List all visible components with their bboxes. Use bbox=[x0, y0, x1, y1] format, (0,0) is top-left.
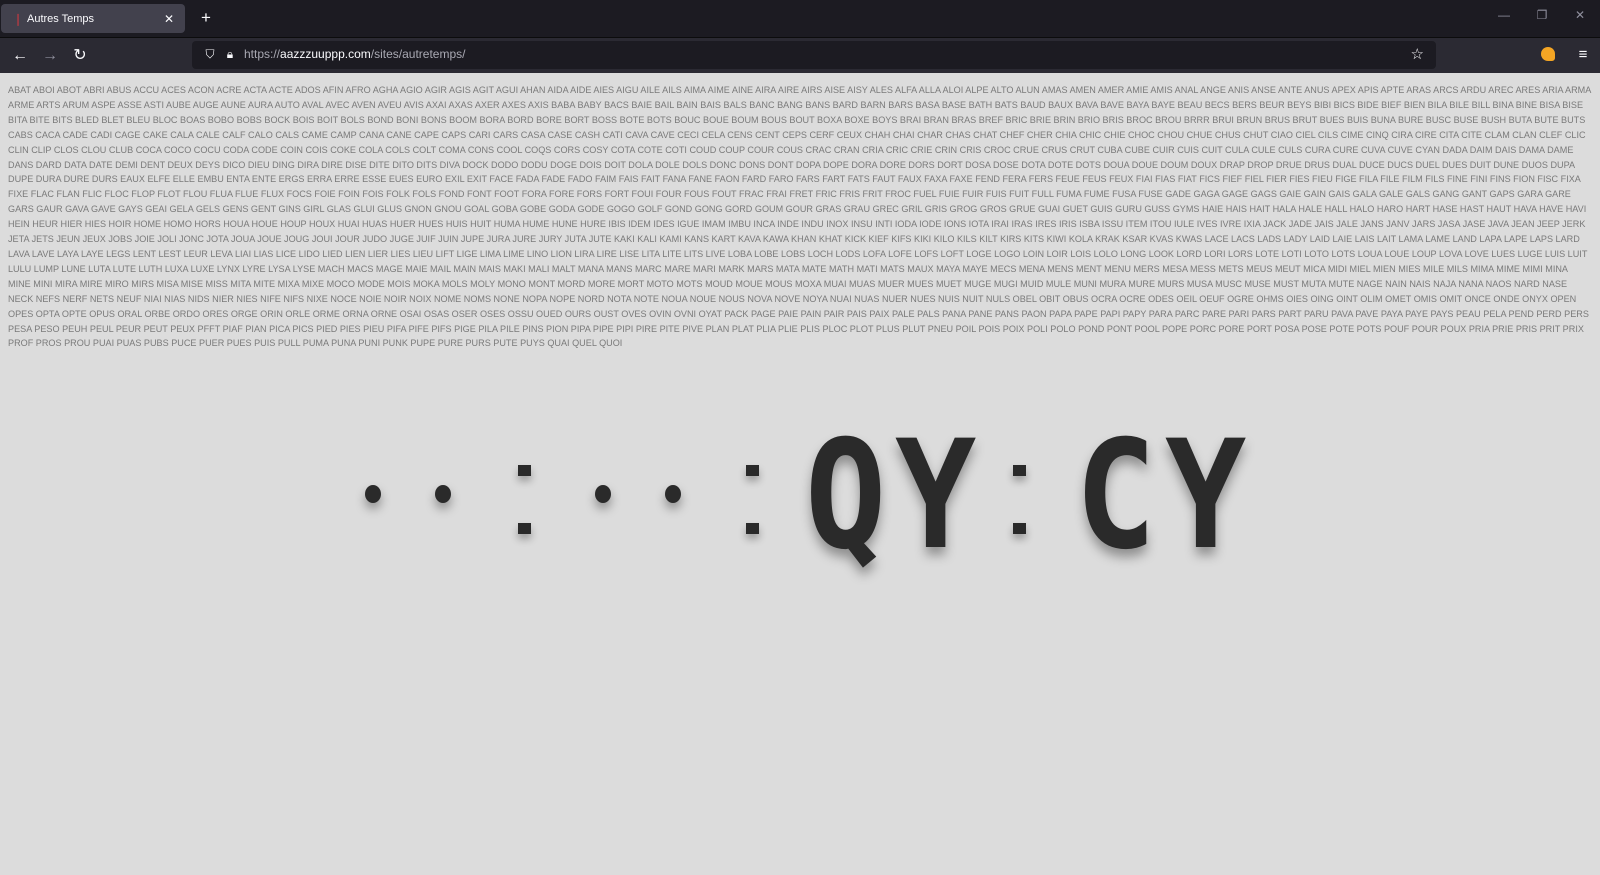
clock-digit-3: C bbox=[1075, 409, 1157, 583]
colon-dot bbox=[746, 465, 759, 476]
extension-icon[interactable] bbox=[1541, 47, 1555, 61]
url-host: aazzzuuppp.com bbox=[280, 47, 371, 61]
reload-icon[interactable]: ↻ bbox=[69, 45, 91, 67]
shield-icon[interactable]: ⛉ bbox=[203, 47, 217, 61]
clock-digit-2: Y bbox=[895, 409, 977, 583]
clock-digit-4: Y bbox=[1165, 409, 1247, 583]
empty-digit-dot bbox=[665, 485, 681, 503]
tab-title: Autres Temps bbox=[27, 12, 95, 25]
bookmark-star-icon[interactable]: ☆ bbox=[1411, 47, 1424, 62]
clock-display: Q Y C Y bbox=[0, 409, 1600, 583]
empty-digit-dot bbox=[365, 485, 381, 503]
lock-icon[interactable]: 🔒︎ bbox=[223, 47, 237, 61]
colon-dot bbox=[1013, 465, 1026, 476]
url-text[interactable]: https://aazzzuuppp.com/sites/autretemps/ bbox=[244, 47, 465, 61]
menu-icon[interactable]: ≡ bbox=[1573, 45, 1593, 65]
colon-dot bbox=[746, 523, 759, 534]
colon-dot bbox=[1013, 523, 1026, 534]
new-tab-button[interactable]: + bbox=[196, 8, 216, 28]
tab-strip: ❘ Autres Temps ✕ + — ❐ ✕ bbox=[0, 0, 1600, 37]
favicon-icon: ❘ bbox=[13, 11, 24, 26]
tab-close-button[interactable]: ✕ bbox=[161, 12, 177, 26]
colon-dot bbox=[518, 523, 531, 534]
clock-digit-1: Q bbox=[805, 409, 887, 583]
address-bar[interactable]: ⛉ 🔒︎ https://aazzzuuppp.com/sites/autret… bbox=[192, 41, 1436, 69]
navigation-bar: ← → ↻ ⛉ 🔒︎ https://aazzzuuppp.com/sites/… bbox=[0, 37, 1600, 73]
empty-digit-dot bbox=[595, 485, 611, 503]
url-path: /sites/autretemps/ bbox=[370, 47, 466, 61]
minimize-button[interactable]: — bbox=[1494, 8, 1514, 22]
tab-autres-temps[interactable]: ❘ Autres Temps ✕ bbox=[1, 4, 185, 33]
close-window-button[interactable]: ✕ bbox=[1570, 8, 1590, 22]
back-icon[interactable]: ← bbox=[9, 45, 31, 67]
url-prefix: https:// bbox=[244, 47, 281, 61]
restore-button[interactable]: ❐ bbox=[1532, 8, 1552, 22]
forward-icon[interactable]: → bbox=[39, 45, 61, 67]
word-list: ABAT ABOI ABOT ABRI ABUS ACCU ACES ACON … bbox=[8, 85, 1591, 349]
colon-dot bbox=[518, 465, 531, 476]
empty-digit-dot bbox=[435, 485, 451, 503]
